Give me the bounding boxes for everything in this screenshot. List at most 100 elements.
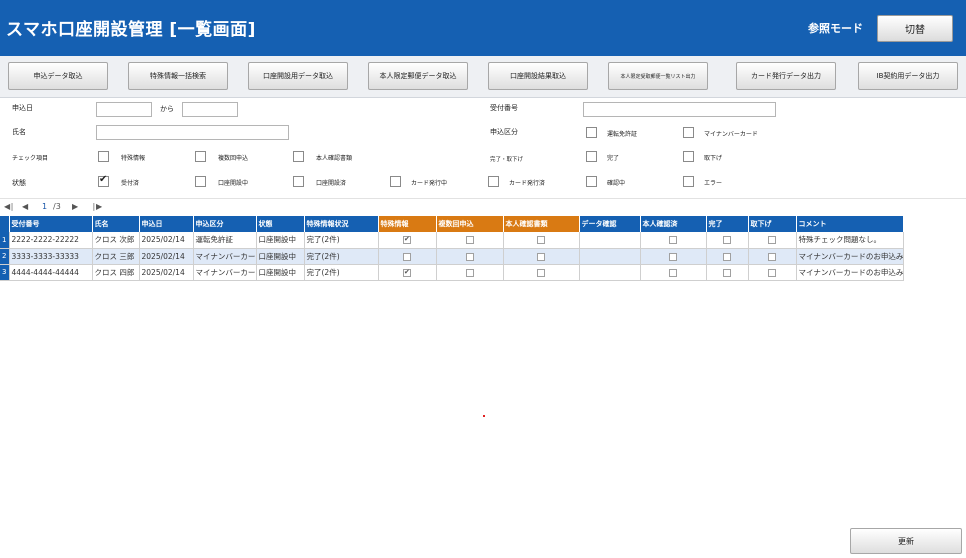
import-account-data-button[interactable]: 口座開設用データ取込 [248, 62, 348, 90]
cell-name[interactable]: クロス 四郎 [92, 264, 140, 281]
checkbox-status-card-issued[interactable] [488, 176, 499, 187]
id-docs-checkbox[interactable] [537, 252, 545, 261]
import-application-data-button[interactable]: 申込データ取込 [8, 62, 108, 90]
checkbox-multiple[interactable] [195, 151, 206, 162]
current-page[interactable]: 1 [42, 202, 47, 211]
table-header-row: 受付番号 氏名 申込日 申込区分 状態 特殊情報状況 特殊情報 複数回申込 本人… [0, 216, 904, 232]
checkbox-status-opened[interactable] [293, 176, 304, 187]
export-limited-mail-list-button[interactable]: 本人限定受取郵便一覧リスト出力 [608, 62, 708, 90]
cell-identity-confirmed [640, 264, 707, 281]
checkbox-id-docs[interactable] [293, 151, 304, 162]
special-info-checkbox[interactable] [403, 235, 411, 245]
header-withdrawn[interactable]: 取下げ [748, 216, 797, 232]
header-status[interactable]: 状態 [256, 216, 305, 232]
cell-special-status[interactable]: 完了(2件) [304, 232, 379, 249]
header-data-check[interactable]: データ確認 [579, 216, 641, 232]
header-comment[interactable]: コメント [796, 216, 904, 232]
cell-special-status[interactable]: 完了(2件) [304, 248, 379, 265]
checkbox-status-checking[interactable] [586, 176, 597, 187]
header-identity-confirmed[interactable]: 本人確認済 [640, 216, 707, 232]
cell-name[interactable]: クロス 三郎 [92, 248, 140, 265]
cell-date[interactable]: 2025/02/14 [139, 264, 194, 281]
header-receipt-no[interactable]: 受付番号 [9, 216, 93, 232]
completed-checkbox[interactable] [723, 268, 731, 277]
cell-receipt-no[interactable]: 4444-4444-44444 [9, 264, 93, 281]
checkbox-special-info[interactable] [98, 151, 109, 162]
application-date-from-input[interactable] [96, 102, 152, 117]
update-button[interactable]: 更新 [850, 528, 962, 554]
header-type[interactable]: 申込区分 [193, 216, 257, 232]
id-docs-checkbox[interactable] [537, 268, 545, 277]
cell-comment[interactable]: 特殊チェック問題なし。 [796, 232, 904, 249]
cell-receipt-no[interactable]: 2222-2222-22222 [9, 232, 93, 249]
status-received-label: 受付済 [121, 180, 140, 187]
name-input[interactable] [96, 125, 289, 140]
header-completed[interactable]: 完了 [706, 216, 749, 232]
header-date[interactable]: 申込日 [139, 216, 194, 232]
withdrawn-checkbox[interactable] [768, 268, 776, 277]
identity-confirmed-checkbox[interactable] [669, 252, 677, 261]
switch-mode-button[interactable]: 切替 [877, 15, 953, 42]
first-page-icon[interactable]: ◀∣ [4, 202, 14, 211]
checkbox-status-card-issuing[interactable] [390, 176, 401, 187]
identity-confirmed-checkbox[interactable] [669, 268, 677, 277]
cell-data-check[interactable] [579, 264, 641, 281]
cell-type[interactable]: マイナンバーカード [193, 264, 257, 281]
cell-withdrawn [748, 264, 797, 281]
table-row[interactable]: 3 4444-4444-44444 クロス 四郎 2025/02/14 マイナン… [0, 264, 904, 281]
cell-type[interactable]: マイナンバーカード [193, 248, 257, 265]
bulk-special-search-button[interactable]: 特殊情報一括検索 [128, 62, 228, 90]
table-row[interactable]: 2 3333-3333-33333 クロス 三郎 2025/02/14 マイナン… [0, 248, 904, 265]
checkbox-completed[interactable] [586, 151, 597, 162]
cell-date[interactable]: 2025/02/14 [139, 248, 194, 265]
cell-comment[interactable]: マイナンバーカードのお申込み。 [796, 248, 904, 265]
checkbox-withdrawn[interactable] [683, 151, 694, 162]
cell-data-check[interactable] [579, 248, 641, 265]
special-info-checkbox[interactable] [403, 268, 411, 277]
checkbox-status-opening[interactable] [195, 176, 206, 187]
export-ib-contract-button[interactable]: IB契約用データ出力 [858, 62, 958, 90]
id-docs-checkbox[interactable] [537, 236, 545, 245]
completed-label: 完了 [607, 155, 620, 162]
header-special-info[interactable]: 特殊情報 [378, 216, 437, 232]
checkbox-type-license[interactable] [586, 127, 597, 138]
completed-checkbox[interactable] [723, 252, 731, 261]
export-card-issue-button[interactable]: カード発行データ出力 [736, 62, 836, 90]
checkbox-status-received[interactable] [98, 174, 109, 187]
cell-type[interactable]: 運転免許証 [193, 232, 257, 249]
identity-confirmed-checkbox[interactable] [669, 236, 677, 245]
import-limited-mail-button[interactable]: 本人限定郵便データ取込 [368, 62, 468, 90]
import-account-result-button[interactable]: 口座開設結果取込 [488, 62, 588, 90]
next-page-icon[interactable]: ▶ [72, 202, 78, 211]
withdrawn-checkbox[interactable] [768, 236, 776, 245]
cell-status[interactable]: 口座開設中 [256, 248, 305, 265]
cell-special-status[interactable]: 完了(2件) [304, 264, 379, 281]
withdrawn-checkbox[interactable] [768, 252, 776, 261]
header-id-docs[interactable]: 本人確認書類 [503, 216, 580, 232]
last-page-icon[interactable]: ∣▶ [92, 202, 102, 211]
cell-comment[interactable]: マイナンバーカードのお申込み。 [796, 264, 904, 281]
status-card-issued-label: カード発行済 [509, 180, 546, 187]
multiple-checkbox[interactable] [465, 268, 474, 277]
multiple-checkbox[interactable] [465, 252, 474, 261]
header-special-status[interactable]: 特殊情報状況 [304, 216, 379, 232]
receipt-no-input[interactable] [583, 102, 776, 117]
table-row[interactable]: 1 2222-2222-22222 クロス 次郎 2025/02/14 運転免許… [0, 232, 904, 249]
header-name[interactable]: 氏名 [92, 216, 140, 232]
completed-checkbox[interactable] [723, 236, 731, 245]
row-number: 1 [0, 232, 10, 249]
application-date-to-input[interactable] [182, 102, 238, 117]
header-multiple[interactable]: 複数回申込 [436, 216, 504, 232]
cell-date[interactable]: 2025/02/14 [139, 232, 194, 249]
cell-status[interactable]: 口座開設中 [256, 232, 305, 249]
cell-name[interactable]: クロス 次郎 [92, 232, 140, 249]
cell-data-check[interactable] [579, 232, 641, 249]
prev-page-icon[interactable]: ◀ [22, 202, 28, 211]
multiple-checkbox[interactable] [465, 236, 474, 245]
pager: ◀∣ ◀ 1 /3 ▶ ∣▶ [0, 198, 966, 214]
checkbox-type-mynumber[interactable] [683, 127, 694, 138]
special-info-checkbox[interactable] [403, 252, 411, 261]
cell-receipt-no[interactable]: 3333-3333-33333 [9, 248, 93, 265]
cell-status[interactable]: 口座開設中 [256, 264, 305, 281]
checkbox-status-error[interactable] [683, 176, 694, 187]
